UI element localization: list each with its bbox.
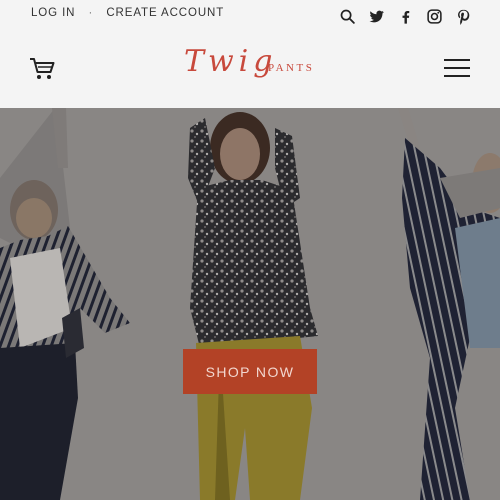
pinterest-icon[interactable]: [455, 8, 472, 25]
top-bar: LOG IN · CREATE ACCOUNT: [0, 0, 500, 28]
cart-icon[interactable]: [28, 55, 56, 83]
login-link[interactable]: LOG IN: [31, 7, 75, 19]
instagram-icon[interactable]: [426, 8, 443, 25]
hamburger-menu-icon[interactable]: [444, 59, 470, 79]
facebook-icon[interactable]: [397, 8, 414, 25]
account-links: LOG IN · CREATE ACCOUNT: [31, 7, 224, 19]
site-logo[interactable]: Twig PANTS: [184, 44, 324, 90]
social-icons: [339, 6, 472, 26]
logo-subtitle: PANTS: [268, 62, 315, 74]
site-header: LOG IN · CREATE ACCOUNT Twig PANTS: [0, 0, 500, 108]
link-separator: ·: [88, 7, 94, 19]
shop-now-button[interactable]: SHOP NOW: [183, 349, 317, 394]
hero-overlay: [0, 108, 500, 500]
logo-script: Twig: [184, 44, 278, 79]
create-account-link[interactable]: CREATE ACCOUNT: [106, 7, 224, 19]
search-icon[interactable]: [339, 8, 356, 25]
hero-banner: SHOP NOW: [0, 108, 500, 500]
twitter-icon[interactable]: [368, 8, 385, 25]
